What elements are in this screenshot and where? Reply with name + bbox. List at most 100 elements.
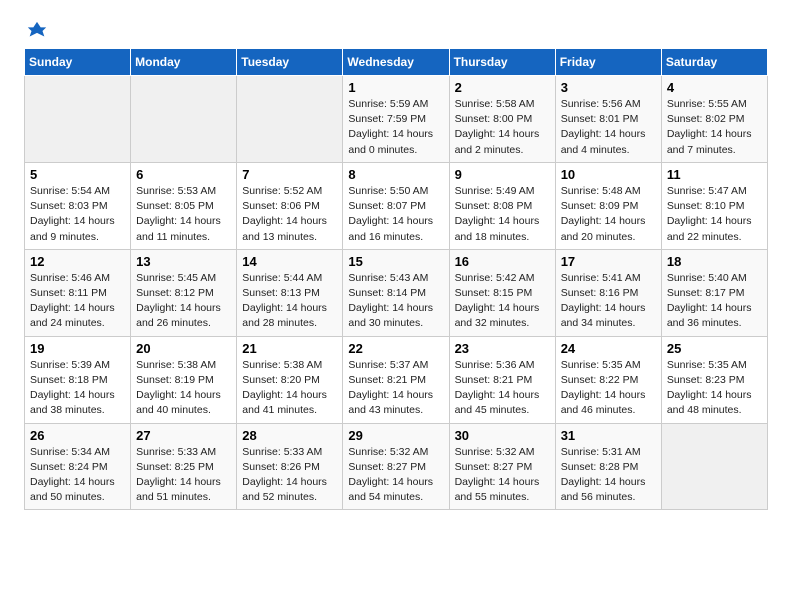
- weekday-header-friday: Friday: [555, 49, 661, 76]
- week-row-4: 19 Sunrise: 5:39 AMSunset: 8:18 PMDayligh…: [25, 336, 768, 423]
- calendar-cell: 17 Sunrise: 5:41 AMSunset: 8:16 PMDayligh…: [555, 249, 661, 336]
- day-number: 12: [30, 254, 125, 269]
- day-number: 3: [561, 80, 656, 95]
- day-info: Sunrise: 5:34 AMSunset: 8:24 PMDaylight:…: [30, 445, 125, 506]
- day-number: 2: [455, 80, 550, 95]
- day-info: Sunrise: 5:40 AMSunset: 8:17 PMDaylight:…: [667, 271, 762, 332]
- day-number: 30: [455, 428, 550, 443]
- day-number: 15: [348, 254, 443, 269]
- calendar-cell: 22Sunrise: 5:37 AMSunset: 8:21 PMDayligh…: [343, 336, 449, 423]
- day-number: 16: [455, 254, 550, 269]
- calendar-cell: 28Sunrise: 5:33 AMSunset: 8:26 PMDayligh…: [237, 423, 343, 510]
- day-number: 25: [667, 341, 762, 356]
- calendar-cell: 1 Sunrise: 5:59 AMSunset: 7:59 PMDaylight…: [343, 76, 449, 163]
- logo: [24, 20, 48, 38]
- day-info: Sunrise: 5:32 AMSunset: 8:27 PMDaylight:…: [455, 445, 550, 506]
- calendar-cell: 9 Sunrise: 5:49 AMSunset: 8:08 PMDaylight…: [449, 162, 555, 249]
- calendar-cell: 21 Sunrise: 5:38 AMSunset: 8:20 PMDayligh…: [237, 336, 343, 423]
- day-info: Sunrise: 5:31 AMSunset: 8:28 PMDaylight:…: [561, 445, 656, 506]
- day-info: Sunrise: 5:56 AMSunset: 8:01 PMDaylight:…: [561, 97, 656, 158]
- calendar-cell: [131, 76, 237, 163]
- day-number: 17: [561, 254, 656, 269]
- calendar-cell: 23 Sunrise: 5:36 AMSunset: 8:21 PMDayligh…: [449, 336, 555, 423]
- day-number: 11: [667, 167, 762, 182]
- day-info: Sunrise: 5:54 AMSunset: 8:03 PMDaylight:…: [30, 184, 125, 245]
- day-number: 6: [136, 167, 231, 182]
- day-info: Sunrise: 5:38 AMSunset: 8:20 PMDaylight:…: [242, 358, 337, 419]
- day-number: 1: [348, 80, 443, 95]
- calendar-cell: 2Sunrise: 5:58 AMSunset: 8:00 PMDaylight…: [449, 76, 555, 163]
- day-info: Sunrise: 5:35 AMSunset: 8:22 PMDaylight:…: [561, 358, 656, 419]
- calendar-cell: 27Sunrise: 5:33 AMSunset: 8:25 PMDayligh…: [131, 423, 237, 510]
- day-info: Sunrise: 5:41 AMSunset: 8:16 PMDaylight:…: [561, 271, 656, 332]
- day-info: Sunrise: 5:53 AMSunset: 8:05 PMDaylight:…: [136, 184, 231, 245]
- day-info: Sunrise: 5:33 AMSunset: 8:26 PMDaylight:…: [242, 445, 337, 506]
- calendar-cell: 30 Sunrise: 5:32 AMSunset: 8:27 PMDayligh…: [449, 423, 555, 510]
- weekday-header-tuesday: Tuesday: [237, 49, 343, 76]
- calendar-cell: 31 Sunrise: 5:31 AMSunset: 8:28 PMDayligh…: [555, 423, 661, 510]
- weekday-header-saturday: Saturday: [661, 49, 767, 76]
- day-number: 7: [242, 167, 337, 182]
- day-number: 20: [136, 341, 231, 356]
- day-info: Sunrise: 5:43 AMSunset: 8:14 PMDaylight:…: [348, 271, 443, 332]
- day-info: Sunrise: 5:59 AMSunset: 7:59 PMDaylight:…: [348, 97, 443, 158]
- day-info: Sunrise: 5:42 AMSunset: 8:15 PMDaylight:…: [455, 271, 550, 332]
- day-info: Sunrise: 5:37 AMSunset: 8:21 PMDaylight:…: [348, 358, 443, 419]
- calendar-cell: 16 Sunrise: 5:42 AMSunset: 8:15 PMDayligh…: [449, 249, 555, 336]
- day-number: 10: [561, 167, 656, 182]
- day-info: Sunrise: 5:38 AMSunset: 8:19 PMDaylight:…: [136, 358, 231, 419]
- day-number: 21: [242, 341, 337, 356]
- calendar-cell: 15 Sunrise: 5:43 AMSunset: 8:14 PMDayligh…: [343, 249, 449, 336]
- day-number: 14: [242, 254, 337, 269]
- day-info: Sunrise: 5:45 AMSunset: 8:12 PMDaylight:…: [136, 271, 231, 332]
- week-row-5: 26 Sunrise: 5:34 AMSunset: 8:24 PMDayligh…: [25, 423, 768, 510]
- page: SundayMondayTuesdayWednesdayThursdayFrid…: [0, 0, 792, 530]
- calendar-cell: 7 Sunrise: 5:52 AMSunset: 8:06 PMDaylight…: [237, 162, 343, 249]
- day-info: Sunrise: 5:48 AMSunset: 8:09 PMDaylight:…: [561, 184, 656, 245]
- calendar-cell: 8 Sunrise: 5:50 AMSunset: 8:07 PMDaylight…: [343, 162, 449, 249]
- calendar-cell: 12Sunrise: 5:46 AMSunset: 8:11 PMDayligh…: [25, 249, 131, 336]
- day-info: Sunrise: 5:52 AMSunset: 8:06 PMDaylight:…: [242, 184, 337, 245]
- day-info: Sunrise: 5:55 AMSunset: 8:02 PMDaylight:…: [667, 97, 762, 158]
- calendar-cell: 5Sunrise: 5:54 AMSunset: 8:03 PMDaylight…: [25, 162, 131, 249]
- calendar-cell: 20 Sunrise: 5:38 AMSunset: 8:19 PMDayligh…: [131, 336, 237, 423]
- day-info: Sunrise: 5:44 AMSunset: 8:13 PMDaylight:…: [242, 271, 337, 332]
- day-number: 31: [561, 428, 656, 443]
- calendar-cell: 4 Sunrise: 5:55 AMSunset: 8:02 PMDaylight…: [661, 76, 767, 163]
- calendar-cell: 10 Sunrise: 5:48 AMSunset: 8:09 PMDayligh…: [555, 162, 661, 249]
- logo-text: [24, 20, 48, 42]
- day-number: 23: [455, 341, 550, 356]
- week-row-3: 12Sunrise: 5:46 AMSunset: 8:11 PMDayligh…: [25, 249, 768, 336]
- day-number: 9: [455, 167, 550, 182]
- week-row-1: 1 Sunrise: 5:59 AMSunset: 7:59 PMDaylight…: [25, 76, 768, 163]
- day-number: 8: [348, 167, 443, 182]
- calendar: SundayMondayTuesdayWednesdayThursdayFrid…: [24, 48, 768, 510]
- day-info: Sunrise: 5:32 AMSunset: 8:27 PMDaylight:…: [348, 445, 443, 506]
- calendar-cell: 3 Sunrise: 5:56 AMSunset: 8:01 PMDaylight…: [555, 76, 661, 163]
- day-number: 27: [136, 428, 231, 443]
- weekday-header-sunday: Sunday: [25, 49, 131, 76]
- day-number: 4: [667, 80, 762, 95]
- day-info: Sunrise: 5:50 AMSunset: 8:07 PMDaylight:…: [348, 184, 443, 245]
- calendar-cell: [25, 76, 131, 163]
- calendar-cell: 25 Sunrise: 5:35 AMSunset: 8:23 PMDayligh…: [661, 336, 767, 423]
- logo-icon: [26, 20, 48, 42]
- calendar-cell: 11Sunrise: 5:47 AMSunset: 8:10 PMDayligh…: [661, 162, 767, 249]
- calendar-cell: 18 Sunrise: 5:40 AMSunset: 8:17 PMDayligh…: [661, 249, 767, 336]
- calendar-cell: 24Sunrise: 5:35 AMSunset: 8:22 PMDayligh…: [555, 336, 661, 423]
- day-number: 19: [30, 341, 125, 356]
- calendar-cell: 14 Sunrise: 5:44 AMSunset: 8:13 PMDayligh…: [237, 249, 343, 336]
- weekday-header-thursday: Thursday: [449, 49, 555, 76]
- calendar-cell: [237, 76, 343, 163]
- calendar-cell: 19 Sunrise: 5:39 AMSunset: 8:18 PMDayligh…: [25, 336, 131, 423]
- calendar-cell: 6 Sunrise: 5:53 AMSunset: 8:05 PMDaylight…: [131, 162, 237, 249]
- day-number: 26: [30, 428, 125, 443]
- calendar-cell: 29 Sunrise: 5:32 AMSunset: 8:27 PMDayligh…: [343, 423, 449, 510]
- day-number: 29: [348, 428, 443, 443]
- weekday-header-wednesday: Wednesday: [343, 49, 449, 76]
- day-info: Sunrise: 5:36 AMSunset: 8:21 PMDaylight:…: [455, 358, 550, 419]
- day-info: Sunrise: 5:39 AMSunset: 8:18 PMDaylight:…: [30, 358, 125, 419]
- day-info: Sunrise: 5:49 AMSunset: 8:08 PMDaylight:…: [455, 184, 550, 245]
- day-info: Sunrise: 5:35 AMSunset: 8:23 PMDaylight:…: [667, 358, 762, 419]
- day-number: 18: [667, 254, 762, 269]
